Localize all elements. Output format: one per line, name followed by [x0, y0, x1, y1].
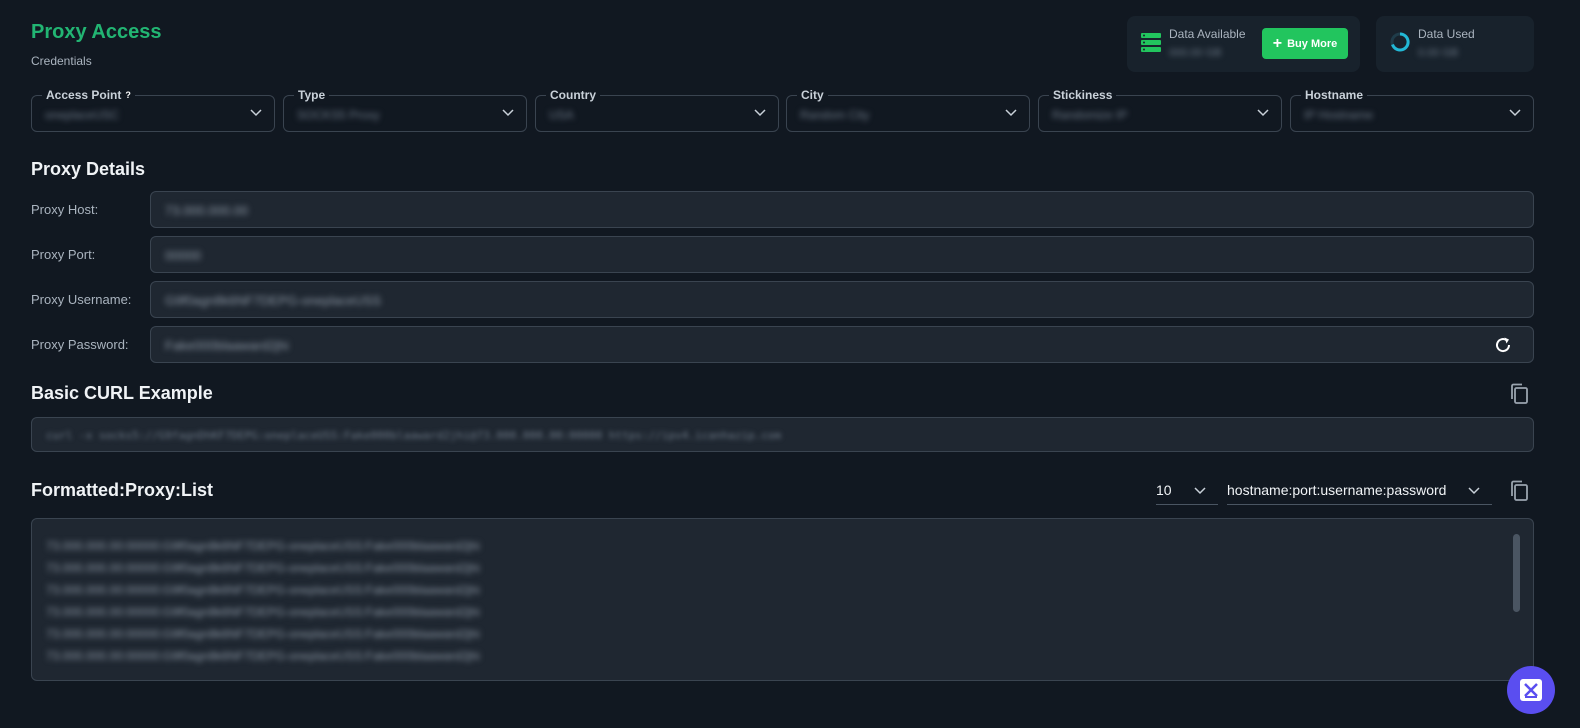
proxy-host-field[interactable]: 73.000.000.00 [150, 191, 1534, 228]
list-item: 73.000.000.00:00000:G9f0agn8k6NF7DEPG-on… [46, 605, 480, 619]
list-item: 73.000.000.00:00000:G9f0agn8k6NF7DEPG-on… [46, 627, 480, 641]
chevron-down-icon [1005, 109, 1017, 117]
data-used-value: 0.00 GB [1418, 47, 1459, 59]
type-value: SOCKS5 Proxy [297, 108, 380, 122]
buy-more-label: Buy More [1287, 37, 1338, 50]
proxy-password-field[interactable]: Fake000blaaward2jhi [150, 326, 1534, 363]
list-scrollbar[interactable] [1513, 534, 1520, 612]
server-stack-icon [1141, 33, 1161, 52]
proxy-host-value: 73.000.000.00 [165, 203, 249, 218]
curl-command: curl -x socks5://G9fagnDhKF7DEPG:oneplac… [46, 429, 782, 442]
help-icon[interactable]: ? [125, 90, 131, 100]
page-title: Proxy Access [31, 21, 162, 43]
proxy-host-label: Proxy Host: [31, 202, 99, 217]
data-used-card: Data Used 0.00 GB [1376, 16, 1534, 72]
proxy-username-value: G9f0agn8k6NF7DEPG-oneplaceUSS [165, 293, 382, 308]
proxy-format-select[interactable]: hostname:port:username:password [1227, 478, 1492, 505]
proxy-port-field[interactable]: 00000 [150, 236, 1534, 273]
list-item: 73.000.000.00:00000:G9f0agn8k6NF7DEPG-on… [46, 649, 480, 663]
data-used-label: Data Used [1418, 27, 1475, 41]
copy-list-icon[interactable] [1509, 480, 1529, 502]
city-value: Random City [800, 108, 870, 122]
app-logo-icon [1520, 679, 1542, 701]
data-available-label: Data Available [1169, 27, 1246, 41]
buy-more-button[interactable]: + Buy More [1262, 28, 1348, 59]
stickiness-select[interactable]: Stickiness Randomize IP [1038, 88, 1282, 132]
hostname-label: Hostname [1305, 88, 1364, 102]
type-select[interactable]: Type SOCKS5 Proxy [283, 88, 527, 132]
country-value: USA [549, 108, 574, 122]
chevron-down-icon [1509, 109, 1521, 117]
country-select[interactable]: Country USA [535, 88, 779, 132]
data-available-card: Data Available 000.00 GB + Buy More [1127, 16, 1360, 72]
data-available-value: 000.00 GB [1169, 47, 1222, 59]
proxy-username-label: Proxy Username: [31, 292, 132, 307]
donut-progress-icon [1390, 32, 1410, 52]
stickiness-value: Randomize IP [1052, 108, 1128, 122]
stickiness-label: Stickiness [1053, 88, 1113, 102]
proxy-format-value: hostname:port:username:password [1227, 482, 1447, 498]
chevron-down-icon [502, 109, 514, 117]
chevron-down-icon [1194, 487, 1206, 495]
access-point-label: Access Point [46, 88, 122, 102]
curl-command-box[interactable]: curl -x socks5://G9fagnDhKF7DEPG:oneplac… [31, 417, 1534, 452]
page-subtitle: Credentials [31, 54, 92, 68]
chevron-down-icon [1257, 109, 1269, 117]
city-label: City [801, 88, 824, 102]
list-item: 73.000.000.00:00000:G9f0agn8k6NF7DEPG-on… [46, 539, 480, 553]
chevron-down-icon [1468, 487, 1480, 495]
curl-title: Basic CURL Example [31, 383, 213, 403]
proxy-username-field[interactable]: G9f0agn8k6NF7DEPG-oneplaceUSS [150, 281, 1534, 318]
proxy-port-label: Proxy Port: [31, 247, 96, 262]
plus-icon: + [1272, 34, 1283, 52]
proxy-list-title: Formatted:Proxy:List [31, 480, 214, 500]
proxy-password-value: Fake000blaaward2jhi [165, 338, 289, 353]
chevron-down-icon [754, 109, 766, 117]
support-chat-button[interactable] [1507, 666, 1555, 714]
chevron-down-icon [250, 109, 262, 117]
country-label: Country [550, 88, 596, 102]
copy-curl-icon[interactable] [1509, 383, 1529, 405]
access-point-value: oneplaceUSC [45, 108, 120, 122]
list-item: 73.000.000.00:00000:G9f0agn8k6NF7DEPG-on… [46, 561, 480, 575]
access-point-select[interactable]: Access Point ? oneplaceUSC [31, 88, 275, 132]
proxy-list-textarea[interactable]: 73.000.000.00:00000:G9f0agn8k6NF7DEPG-on… [31, 518, 1534, 681]
proxy-count-select[interactable]: 10 [1156, 478, 1218, 505]
proxy-details-title: Proxy Details [31, 159, 146, 179]
city-select[interactable]: City Random City [786, 88, 1030, 132]
type-label: Type [298, 88, 326, 102]
refresh-icon[interactable] [1493, 335, 1513, 355]
list-item: 73.000.000.00:00000:G9f0agn8k6NF7DEPG-on… [46, 583, 480, 597]
hostname-select[interactable]: Hostname IP Hostname [1290, 88, 1534, 132]
hostname-value: IP Hostname [1304, 108, 1374, 122]
proxy-count-value: 10 [1156, 482, 1172, 498]
proxy-password-label: Proxy Password: [31, 337, 129, 352]
proxy-port-value: 00000 [165, 248, 202, 263]
proxy-access-page: Proxy Access Credentials Data Available … [0, 0, 1580, 728]
